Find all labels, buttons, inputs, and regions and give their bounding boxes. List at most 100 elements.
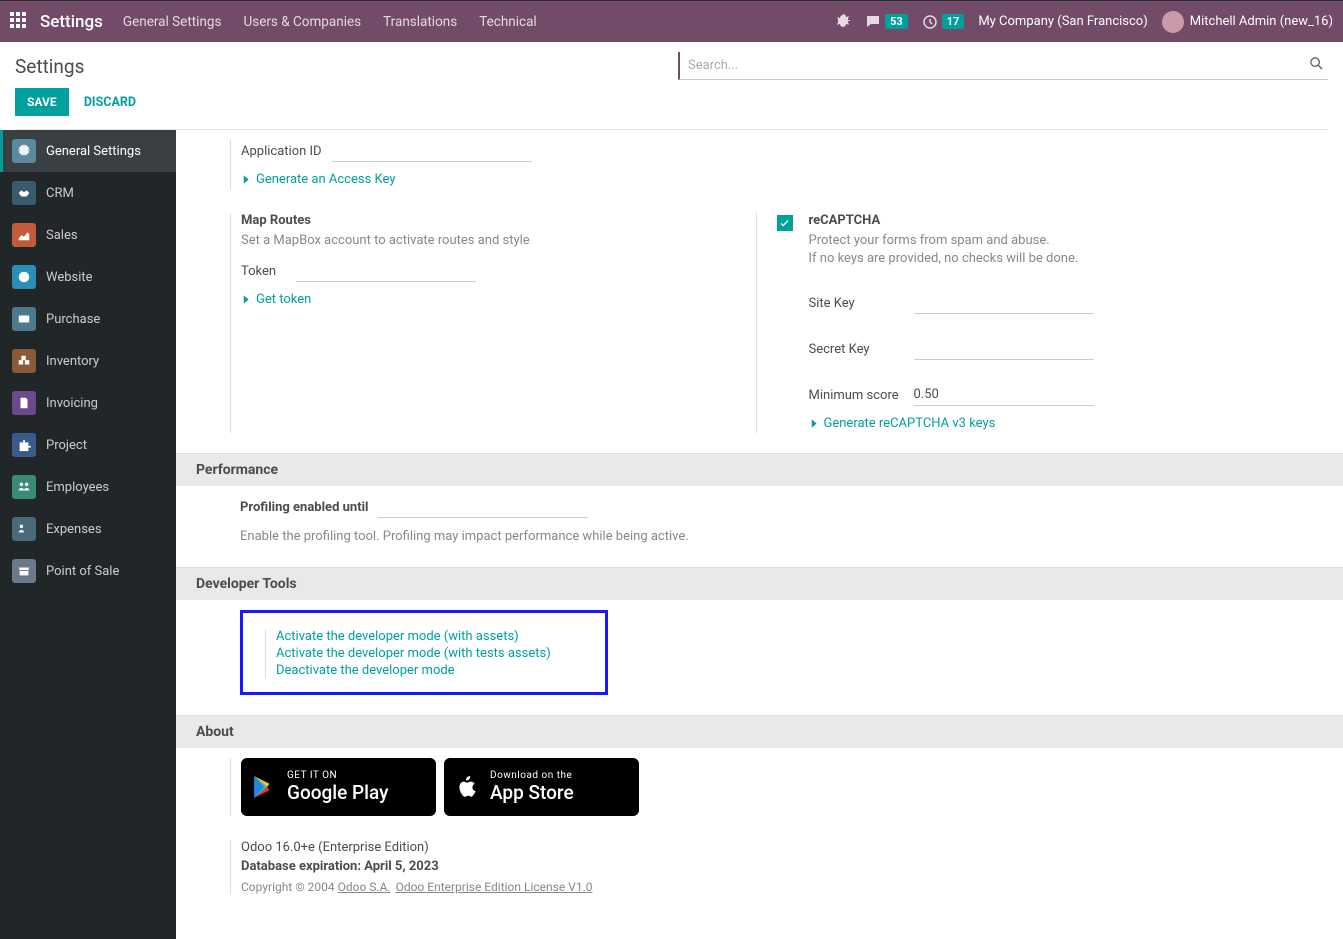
avatar bbox=[1162, 11, 1184, 33]
min-score-label: Minimum score bbox=[809, 388, 904, 403]
recaptcha-title: reCAPTCHA bbox=[809, 213, 1304, 228]
secret-key-label: Secret Key bbox=[809, 342, 904, 357]
discard-button[interactable]: DISCARD bbox=[72, 88, 148, 117]
google-play-big: Google Play bbox=[287, 781, 388, 804]
money-icon bbox=[12, 517, 36, 541]
copyright-text: Copyright © 2004 Odoo S.A. Odoo Enterpri… bbox=[241, 880, 1303, 894]
about-header: About bbox=[176, 715, 1343, 748]
settings-content: Application ID Generate an Access Key Ma… bbox=[176, 130, 1343, 939]
recaptcha-desc2: If no keys are provided, no checks will … bbox=[809, 250, 1304, 268]
map-routes-setting: Map Routes Set a MapBox account to activ… bbox=[230, 213, 736, 433]
user-name: Mitchell Admin (new_16) bbox=[1190, 14, 1333, 29]
store-icon bbox=[12, 559, 36, 583]
version-text: Odoo 16.0+e (Enterprise Edition) bbox=[241, 840, 1303, 855]
document-icon bbox=[12, 391, 36, 415]
chart-icon bbox=[12, 223, 36, 247]
token-label: Token bbox=[241, 264, 286, 279]
globe-icon bbox=[12, 265, 36, 289]
apple-icon bbox=[454, 772, 480, 802]
sidebar-label: Expenses bbox=[46, 522, 102, 537]
sidebar-label: Sales bbox=[46, 228, 78, 243]
sidebar-label: Project bbox=[46, 438, 87, 453]
activity-badge: 17 bbox=[942, 14, 965, 29]
debug-icon[interactable] bbox=[835, 12, 851, 32]
recaptcha-setting: reCAPTCHA Protect your forms from spam a… bbox=[756, 213, 1304, 433]
sidebar-item-expenses[interactable]: Expenses bbox=[0, 508, 176, 550]
token-input[interactable] bbox=[296, 260, 476, 282]
sidebar-label: Website bbox=[46, 270, 93, 285]
search-icon[interactable] bbox=[1309, 56, 1324, 75]
page-title: Settings bbox=[15, 55, 84, 78]
google-play-button[interactable]: GET IT ON Google Play bbox=[241, 758, 436, 816]
sidebar-item-crm[interactable]: CRM bbox=[0, 172, 176, 214]
expiration-text: Database expiration: April 5, 2023 bbox=[241, 859, 1303, 874]
generate-recaptcha-link[interactable]: Generate reCAPTCHA v3 keys bbox=[809, 416, 996, 431]
sidebar-item-pos[interactable]: Point of Sale bbox=[0, 550, 176, 592]
profiling-label: Profiling enabled until bbox=[240, 500, 368, 515]
sidebar-item-purchase[interactable]: Purchase bbox=[0, 298, 176, 340]
generate-access-key-link[interactable]: Generate an Access Key bbox=[241, 172, 395, 187]
developer-mode-box: Activate the developer mode (with assets… bbox=[240, 610, 608, 695]
map-routes-title: Map Routes bbox=[241, 213, 736, 228]
gear-icon bbox=[12, 139, 36, 163]
recaptcha-checkbox[interactable] bbox=[777, 215, 793, 231]
sidebar-item-employees[interactable]: Employees bbox=[0, 466, 176, 508]
nav-users-companies[interactable]: Users & Companies bbox=[243, 14, 361, 30]
top-navbar: Settings General Settings Users & Compan… bbox=[0, 0, 1343, 42]
odoo-sa-link[interactable]: Odoo S.A. bbox=[338, 880, 391, 894]
app-store-button[interactable]: Download on the App Store bbox=[444, 758, 639, 816]
site-key-input[interactable] bbox=[914, 292, 1094, 314]
google-play-icon bbox=[251, 773, 277, 801]
nav-general-settings[interactable]: General Settings bbox=[123, 14, 222, 30]
site-key-label: Site Key bbox=[809, 296, 904, 311]
activate-dev-tests-link[interactable]: Activate the developer mode (with tests … bbox=[276, 646, 583, 661]
save-button[interactable]: SAVE bbox=[15, 88, 69, 116]
sidebar-item-inventory[interactable]: Inventory bbox=[0, 340, 176, 382]
discuss-icon[interactable]: 53 bbox=[865, 14, 908, 30]
handshake-icon bbox=[12, 181, 36, 205]
boxes-icon bbox=[12, 349, 36, 373]
sidebar-item-website[interactable]: Website bbox=[0, 256, 176, 298]
google-play-small: GET IT ON bbox=[287, 770, 388, 781]
secret-key-input[interactable] bbox=[914, 338, 1094, 360]
application-id-label: Application ID bbox=[241, 144, 322, 159]
settings-sidebar: General Settings CRM Sales Website Purch… bbox=[0, 130, 176, 939]
navbar-brand[interactable]: Settings bbox=[40, 12, 103, 32]
sidebar-label: Inventory bbox=[46, 354, 99, 369]
sidebar-item-general[interactable]: General Settings bbox=[0, 130, 176, 172]
nav-translations[interactable]: Translations bbox=[383, 14, 457, 30]
min-score-input[interactable] bbox=[914, 384, 1094, 406]
apps-icon[interactable] bbox=[10, 12, 30, 32]
license-link[interactable]: Odoo Enterprise Edition License V1.0 bbox=[396, 880, 593, 894]
sidebar-item-project[interactable]: Project bbox=[0, 424, 176, 466]
application-id-input[interactable] bbox=[332, 140, 532, 162]
sidebar-label: General Settings bbox=[46, 144, 141, 159]
app-store-small: Download on the bbox=[490, 770, 574, 781]
sidebar-label: Employees bbox=[46, 480, 109, 495]
developer-header: Developer Tools bbox=[176, 567, 1343, 600]
user-menu[interactable]: Mitchell Admin (new_16) bbox=[1162, 11, 1333, 33]
sidebar-item-sales[interactable]: Sales bbox=[0, 214, 176, 256]
profiling-input[interactable] bbox=[378, 496, 588, 518]
sidebar-label: CRM bbox=[46, 186, 74, 201]
activity-icon[interactable]: 17 bbox=[922, 14, 965, 30]
company-selector[interactable]: My Company (San Francisco) bbox=[978, 14, 1147, 29]
deactivate-dev-link[interactable]: Deactivate the developer mode bbox=[276, 663, 583, 678]
get-token-link[interactable]: Get token bbox=[241, 292, 311, 307]
sidebar-label: Invoicing bbox=[46, 396, 98, 411]
activate-dev-assets-link[interactable]: Activate the developer mode (with assets… bbox=[276, 629, 583, 644]
sidebar-label: Point of Sale bbox=[46, 564, 119, 579]
discuss-badge: 53 bbox=[885, 14, 908, 29]
card-icon bbox=[12, 307, 36, 331]
search-input[interactable] bbox=[678, 52, 1328, 80]
sidebar-label: Purchase bbox=[46, 312, 100, 327]
profiling-desc: Enable the profiling tool. Profiling may… bbox=[240, 528, 790, 546]
recaptcha-desc1: Protect your forms from spam and abuse. bbox=[809, 232, 1304, 250]
puzzle-icon bbox=[12, 433, 36, 457]
app-store-big: App Store bbox=[490, 781, 574, 804]
sidebar-item-invoicing[interactable]: Invoicing bbox=[0, 382, 176, 424]
people-icon bbox=[12, 475, 36, 499]
map-routes-desc: Set a MapBox account to activate routes … bbox=[241, 232, 736, 250]
action-bar: Settings SAVE DISCARD bbox=[0, 42, 1343, 130]
nav-technical[interactable]: Technical bbox=[479, 14, 537, 30]
